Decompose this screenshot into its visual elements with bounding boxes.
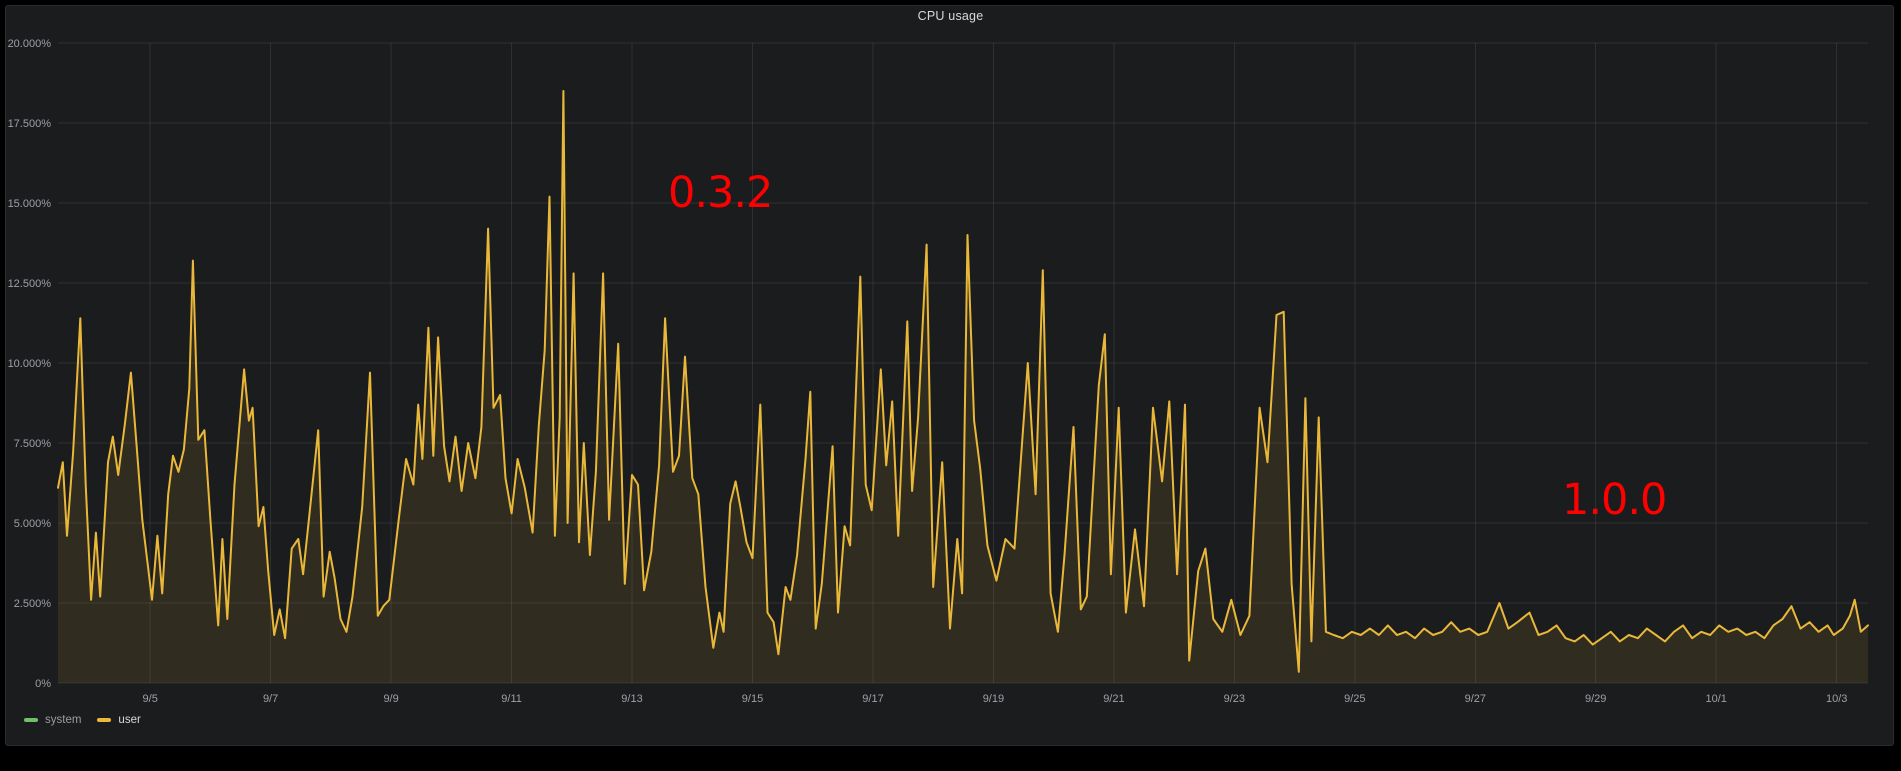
legend-label-user: user	[118, 714, 140, 726]
x-tick-label: 9/11	[501, 693, 522, 705]
x-tick-label: 9/13	[621, 693, 642, 705]
x-tick-label: 9/9	[383, 693, 398, 705]
legend-item-user[interactable]: user	[97, 714, 140, 726]
y-tick-label: 7.500%	[14, 438, 52, 450]
x-tick-label: 9/21	[1103, 693, 1124, 705]
user-series-area	[58, 91, 1868, 683]
y-tick-label: 2.500%	[14, 598, 52, 610]
grafana-panel-page: CPU usage 0%2.500%5.000%7.500%10.000%12.…	[0, 0, 1901, 771]
x-tick-label: 9/29	[1585, 693, 1606, 705]
y-tick-label: 0%	[35, 678, 51, 690]
x-tick-label: 9/25	[1344, 693, 1365, 705]
y-tick-label: 10.000%	[8, 358, 52, 370]
system-series-swatch	[24, 718, 38, 722]
x-tick-label: 9/17	[862, 693, 883, 705]
legend-item-system[interactable]: system	[24, 714, 81, 726]
x-tick-label: 9/23	[1224, 693, 1245, 705]
x-tick-label: 9/19	[983, 693, 1004, 705]
x-tick-label: 10/1	[1705, 693, 1726, 705]
chart-legend: system user	[24, 714, 141, 726]
x-tick-label: 9/27	[1465, 693, 1486, 705]
legend-label-system: system	[45, 714, 81, 726]
cpu-usage-chart[interactable]: 0% 2.500% 5.000% 7.500% 10.000% 12.500% 15.000…	[0, 0, 1901, 771]
version-annotation-1-0-0: 1.0.0	[1562, 479, 1666, 522]
y-tick-label: 15.000%	[8, 198, 52, 210]
x-tick-label: 9/15	[742, 693, 763, 705]
x-tick-label: 10/3	[1826, 693, 1847, 705]
user-series-swatch	[97, 718, 111, 722]
version-annotation-0-3-2: 0.3.2	[668, 172, 772, 215]
y-tick-label: 20.000%	[8, 38, 52, 50]
x-tick-label: 9/7	[263, 693, 278, 705]
y-tick-label: 17.500%	[8, 118, 52, 130]
y-tick-label: 5.000%	[14, 518, 52, 530]
x-tick-label: 9/5	[143, 693, 158, 705]
y-tick-label: 12.500%	[8, 278, 52, 290]
